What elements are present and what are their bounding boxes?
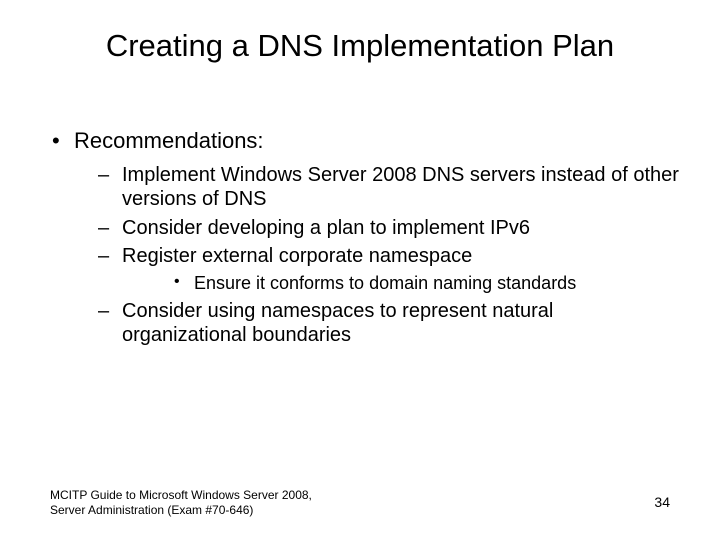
footer-line1: MCITP Guide to Microsoft Windows Server … xyxy=(50,488,312,502)
sub-bullet: Implement Windows Server 2008 DNS server… xyxy=(74,163,680,212)
sub-bullet-text: Register external corporate namespace xyxy=(122,245,472,267)
slide-body: Recommendations: Implement Windows Serve… xyxy=(50,128,680,358)
footer-line2: Server Administration (Exam #70-646) xyxy=(50,503,253,517)
sub-bullet-text: Implement Windows Server 2008 DNS server… xyxy=(122,164,679,210)
sub-bullet: Register external corporate namespace En… xyxy=(74,244,680,295)
footer-left: MCITP Guide to Microsoft Windows Server … xyxy=(50,488,312,518)
sub-bullet: Consider developing a plan to implement … xyxy=(74,216,680,240)
page-number: 34 xyxy=(654,494,670,510)
sub-sub-bullet: Ensure it conforms to domain naming stan… xyxy=(122,272,680,295)
sub-sub-bullet-text: Ensure it conforms to domain naming stan… xyxy=(194,273,576,293)
bullet-recommendations: Recommendations: Implement Windows Serve… xyxy=(50,128,680,348)
slide-title: Creating a DNS Implementation Plan xyxy=(0,28,720,64)
slide: Creating a DNS Implementation Plan Recom… xyxy=(0,0,720,540)
sub-bullet-text: Consider developing a plan to implement … xyxy=(122,217,530,239)
bullet-heading-text: Recommendations: xyxy=(74,128,264,153)
sub-bullet-text: Consider using namespaces to represent n… xyxy=(122,300,553,346)
sub-bullet: Consider using namespaces to represent n… xyxy=(74,299,680,348)
